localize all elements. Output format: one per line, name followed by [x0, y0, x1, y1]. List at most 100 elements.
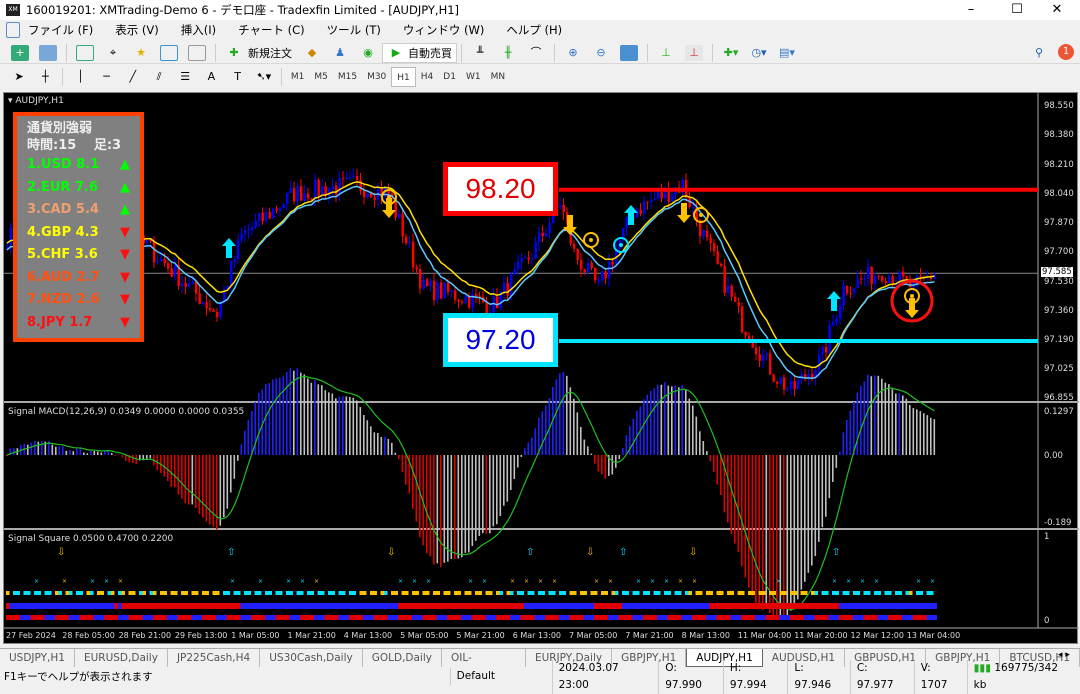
zoom-in-icon[interactable]: ⊕	[564, 45, 582, 61]
signal-square-band	[237, 603, 241, 609]
timeframe-m1[interactable]: M1	[286, 67, 310, 87]
panel-title: 通貨別強弱	[27, 120, 130, 137]
terminal-icon[interactable]	[160, 45, 178, 61]
line-chart-icon[interactable]: ⌒	[527, 45, 545, 61]
auto-scroll-icon[interactable]: ⊥	[657, 45, 675, 61]
minimize-button[interactable]: –	[948, 0, 994, 20]
candle	[363, 191, 365, 197]
macd-histogram-bar	[27, 445, 29, 455]
arrows-icon[interactable]: ➷▾	[256, 69, 272, 85]
price-tick-label: 97.530	[1044, 277, 1074, 287]
signal-square-bar	[38, 591, 42, 595]
close-button[interactable]: ✕	[1034, 0, 1080, 20]
text-label-icon[interactable]: T	[230, 69, 246, 85]
signal-square-band	[734, 615, 738, 620]
metaeditor-icon[interactable]: ◆	[303, 45, 321, 61]
candle	[843, 286, 845, 306]
signal-square-band	[783, 603, 787, 609]
signal-square-band	[524, 603, 528, 609]
cursor-icon[interactable]: ➤	[11, 69, 27, 85]
timeframe-m15[interactable]: M15	[333, 67, 362, 87]
data-window-icon[interactable]: ⌖	[104, 45, 122, 61]
signals-icon[interactable]: ♟	[331, 45, 349, 61]
time-tick-label: 7 Mar 21:00	[625, 631, 673, 640]
candle	[626, 217, 628, 228]
signal-square-band	[909, 603, 913, 609]
candle	[486, 302, 488, 313]
candle	[717, 251, 719, 264]
time-tick-label: 4 Mar 13:00	[344, 631, 392, 640]
signal-square-band	[318, 615, 322, 620]
zoom-out-icon[interactable]: ⊖	[592, 45, 610, 61]
signal-square-band	[559, 603, 563, 609]
chart-tab[interactable]: EURUSD,Daily	[75, 649, 168, 667]
macd-histogram-bar	[839, 452, 841, 455]
navigator-icon[interactable]: ★	[132, 45, 150, 61]
timeframe-mn[interactable]: MN	[486, 67, 511, 87]
signal-square-band	[731, 615, 735, 620]
chart-tab[interactable]: JP225Cash,H4	[168, 649, 260, 667]
fibonacci-icon[interactable]: ☰	[177, 69, 193, 85]
signal-x-mark: ×	[608, 578, 613, 585]
signal-square-band	[507, 615, 511, 620]
signal-square-band	[549, 615, 553, 620]
candle	[174, 265, 176, 276]
indicators-icon[interactable]: ✚▾	[722, 45, 740, 61]
chart-tab[interactable]: USDJPY,H1	[0, 649, 75, 667]
notification-badge[interactable]: 1	[1058, 44, 1074, 60]
vps-icon[interactable]: ◉	[359, 45, 377, 61]
text-icon[interactable]: A	[203, 69, 219, 85]
menu-window[interactable]: ウィンドウ (W)	[403, 22, 485, 38]
signal-square-band	[514, 615, 518, 620]
tab-scroll-arrows[interactable]: ◂ ▸	[1058, 650, 1070, 660]
timeframe-d1[interactable]: D1	[438, 67, 461, 87]
menu-tools[interactable]: ツール (T)	[327, 22, 381, 38]
market-watch-icon[interactable]	[76, 45, 94, 61]
timeframe-h1[interactable]: H1	[391, 67, 416, 87]
menu-insert[interactable]: 挿入(I)	[181, 22, 216, 38]
chart-shift-icon[interactable]: ⊥	[685, 45, 703, 61]
timeframe-m30[interactable]: M30	[362, 67, 391, 87]
new-chart-icon[interactable]: +	[11, 45, 29, 61]
signal-square-band	[52, 615, 56, 620]
crosshair-icon[interactable]: ┼	[37, 69, 53, 85]
signal-square-band	[311, 603, 315, 609]
up-arrow-icon: ⇧	[526, 547, 534, 558]
signal-square-band	[262, 603, 266, 609]
signal-square-band	[780, 603, 784, 609]
menu-help[interactable]: ヘルプ (H)	[506, 22, 562, 38]
timeframe-w1[interactable]: W1	[461, 67, 486, 87]
signal-square-band	[717, 615, 721, 620]
timeframe-h4[interactable]: H4	[416, 67, 439, 87]
trendline-icon[interactable]: ╱	[125, 69, 141, 85]
strategy-tester-icon[interactable]	[188, 45, 206, 61]
signal-square-band	[759, 603, 763, 609]
auto-trading-button[interactable]: ▶ 自動売買	[382, 43, 457, 63]
new-order-button[interactable]: 新規注文	[248, 45, 292, 61]
search-icon[interactable]: ⚲	[1030, 45, 1048, 61]
signal-square-band	[237, 615, 241, 620]
menu-chart[interactable]: チャート (C)	[238, 22, 305, 38]
chart-tab[interactable]: OIL-APR24,Daily	[442, 649, 526, 667]
templates-icon[interactable]: ▤▾	[778, 45, 796, 61]
candlestick-icon[interactable]: ╫	[499, 45, 517, 61]
profiles-icon[interactable]	[39, 45, 57, 61]
equidistant-channel-icon[interactable]: ⫽	[151, 69, 167, 85]
macd-histogram-bar	[930, 418, 932, 455]
bar-chart-icon[interactable]: ╨	[471, 45, 489, 61]
timeframe-m5[interactable]: M5	[309, 67, 333, 87]
horizontal-line-icon[interactable]: ─	[99, 69, 115, 85]
periods-icon[interactable]: ◷▾	[750, 45, 768, 61]
signal-x-mark: ×	[412, 578, 417, 585]
menu-view[interactable]: 表示 (V)	[115, 22, 159, 38]
signal-square-band	[598, 603, 602, 609]
chart-tab[interactable]: US30Cash,Daily	[260, 649, 363, 667]
candle	[290, 188, 292, 193]
tile-windows-icon[interactable]	[620, 45, 638, 61]
macd-histogram-bar	[241, 444, 243, 455]
vertical-line-icon[interactable]: │	[72, 69, 88, 85]
macd-histogram-bar	[514, 455, 516, 479]
signal-square-band	[69, 615, 73, 620]
menu-file[interactable]: ファイル (F)	[28, 22, 93, 38]
chart-tab[interactable]: GOLD,Daily	[363, 649, 442, 667]
